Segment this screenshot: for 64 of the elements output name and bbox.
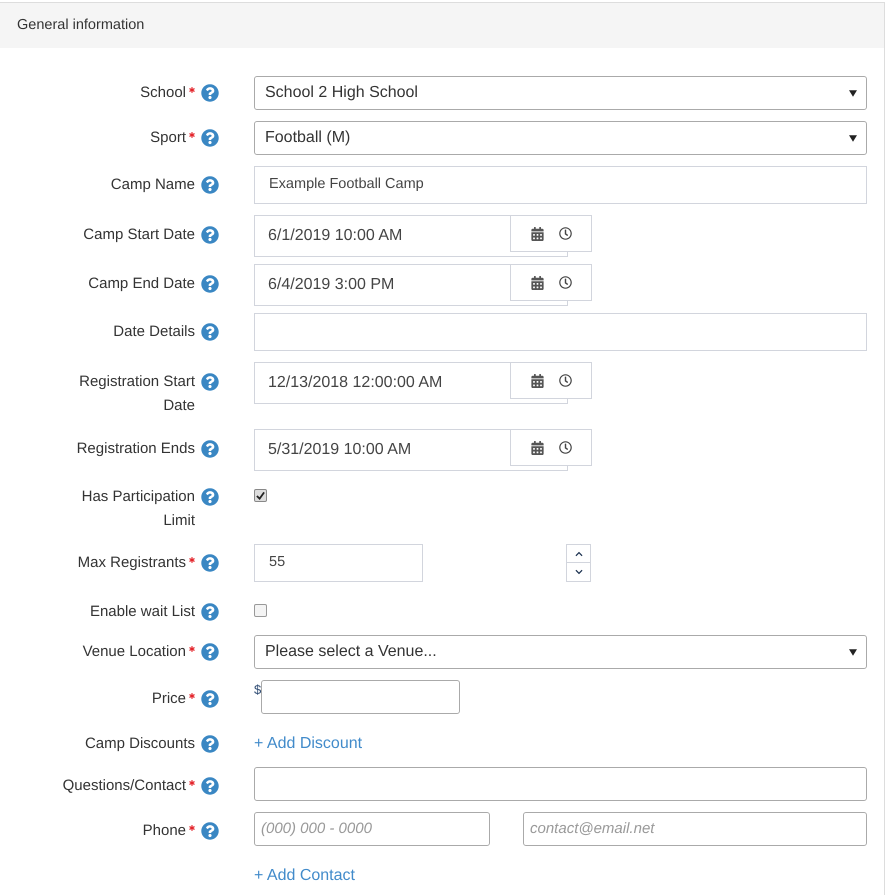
help-icon[interactable] [201,488,219,506]
help-icon[interactable] [201,690,219,708]
field-label: School [140,83,186,103]
field-label: Enable wait List [90,602,195,622]
field-label: Sport [150,128,186,148]
caret-icon [849,648,857,656]
field-label: Price [152,689,186,709]
clock-icon[interactable] [558,276,572,289]
calendar-icon[interactable] [530,226,544,240]
help-icon[interactable] [201,735,219,753]
currency-symbol: $ [254,683,262,697]
help-icon[interactable] [201,226,219,244]
field-label: Phone [142,821,186,841]
caret-icon [849,134,857,142]
date-time-field[interactable]: 6/1/2019 10:00 AM [254,215,510,257]
number-field[interactable]: 55 [254,544,423,582]
text-field[interactable] [254,313,867,351]
text-field[interactable]: Example Football Camp [254,166,867,204]
field-label: Questions/Contact [62,776,186,796]
add-link[interactable]: + Add Discount [254,732,362,756]
field-label: Date Details [113,322,195,342]
help-icon[interactable] [201,440,219,458]
calendar-icon[interactable] [530,276,544,290]
select-field[interactable]: Please select a Venue... [254,635,867,669]
field-label: Venue Location [82,642,186,662]
chevron-down-icon [574,568,584,576]
date-time-field[interactable]: 12/13/2018 12:00:00 AM [254,362,510,404]
help-icon[interactable] [201,643,219,661]
clock-icon[interactable] [558,374,572,387]
help-icon[interactable] [201,129,219,147]
help-icon[interactable] [201,373,219,391]
date-time-field[interactable]: 5/31/2019 10:00 AM [254,429,510,471]
field-label: Max Registrants [78,553,186,573]
date-time-field[interactable]: 6/4/2019 3:00 PM [254,264,510,306]
help-icon[interactable] [201,822,219,840]
text-field[interactable] [254,767,867,801]
clock-icon[interactable] [558,227,572,240]
help-icon[interactable] [201,84,219,102]
checkbox[interactable] [254,604,267,617]
calendar-icon[interactable] [530,440,544,454]
field-label: Camp Discounts [84,734,195,754]
field-label: Camp Start Date [83,225,195,245]
help-icon[interactable] [201,554,219,572]
field-label: Registration Ends [76,439,195,459]
field-label: Camp End Date [88,274,195,294]
field-label: Has Participation Limit [80,487,195,531]
calendar-icon[interactable] [530,374,544,388]
chevron-up-icon [574,550,584,558]
help-icon[interactable] [201,323,219,341]
select-field[interactable]: Football (M) [254,121,867,155]
add-link[interactable]: + Add Contact [254,864,355,888]
help-icon[interactable] [201,275,219,293]
clock-icon[interactable] [558,441,572,454]
help-icon[interactable] [201,176,219,194]
check-icon [256,491,265,500]
field-label: Camp Name [110,175,195,195]
field-label: Registration Start Date [78,372,195,416]
price-field[interactable] [261,680,460,714]
help-icon[interactable] [201,777,219,795]
help-icon[interactable] [201,603,219,621]
caret-icon [849,90,857,96]
checkbox[interactable] [254,489,267,502]
select-field[interactable]: School 2 High School [254,76,867,110]
panel-header: General information [0,3,884,48]
